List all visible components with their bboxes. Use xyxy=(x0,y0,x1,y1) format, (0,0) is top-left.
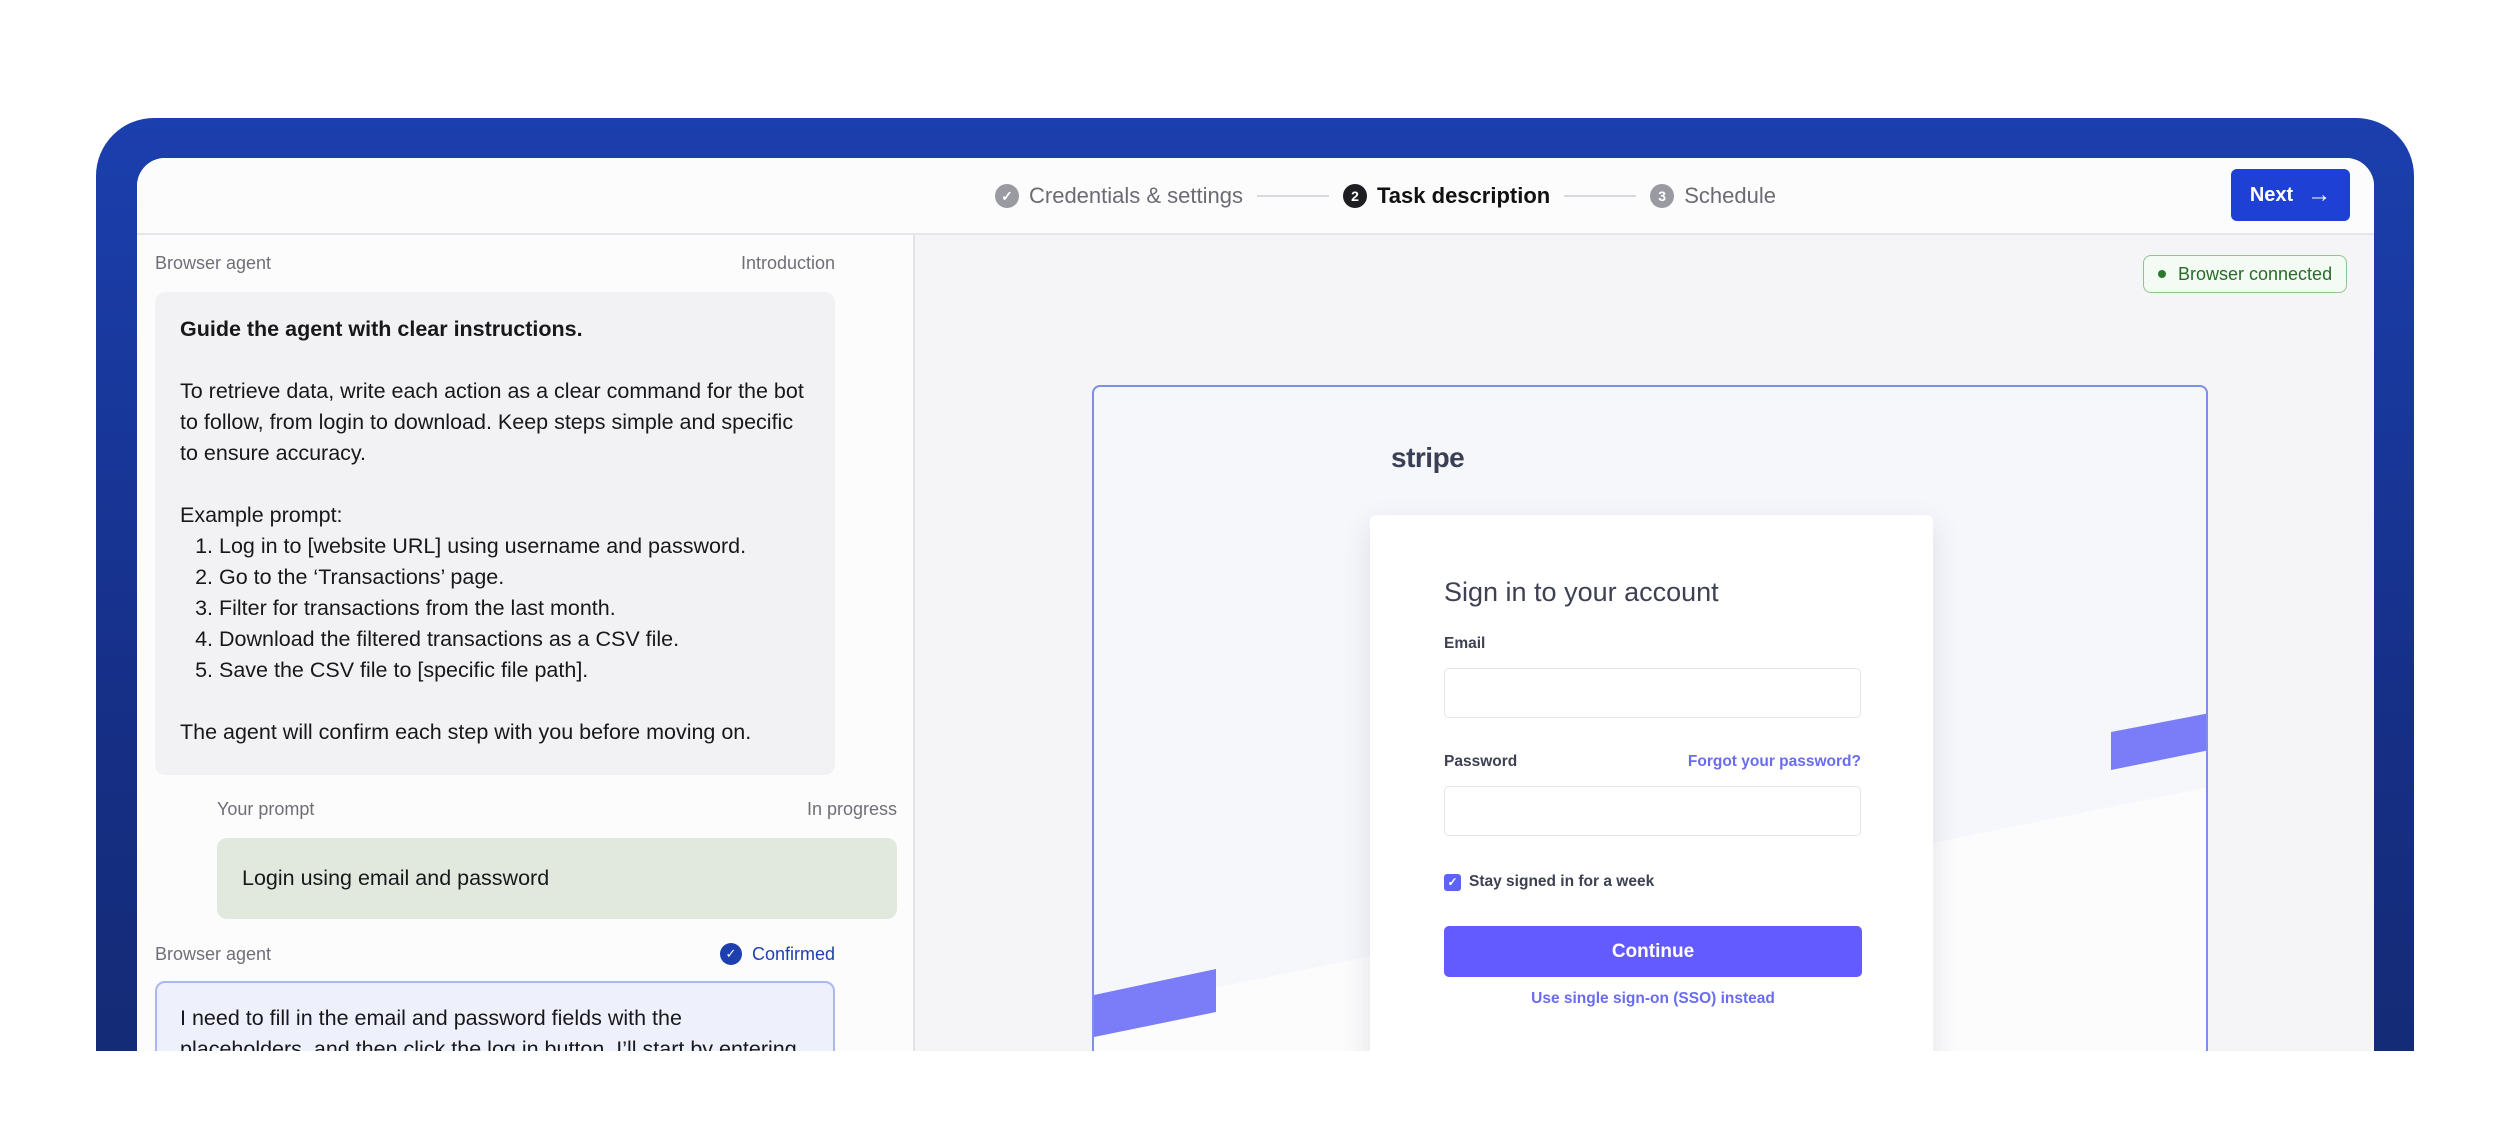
message-meta: Browser agent Introduction xyxy=(155,253,835,274)
confirmed-status: ✓ Confirmed xyxy=(719,943,835,965)
list-item: Log in to [website URL] using username a… xyxy=(219,531,810,562)
example-steps-list: Log in to [website URL] using username a… xyxy=(180,531,810,686)
message-meta: Your prompt In progress xyxy=(217,799,897,820)
stripe-logo: stripe xyxy=(1391,442,1465,473)
message-body: To retrieve data, write each action as a… xyxy=(180,379,804,465)
step-number: 2 xyxy=(1343,184,1367,208)
step-number: 3 xyxy=(1650,184,1675,208)
badge-label: Browser connected xyxy=(2178,263,2333,284)
check-circle-icon: ✓ xyxy=(719,943,742,965)
step-connector xyxy=(1257,195,1329,197)
email-field[interactable] xyxy=(1444,668,1861,718)
chat-panel: Browser agent Introduction Guide the age… xyxy=(137,235,915,1051)
step-connector xyxy=(1564,195,1637,197)
next-button-label: Next xyxy=(2249,183,2294,206)
reply-text: I need to fill in the email and password… xyxy=(180,1006,797,1051)
step-progress: ✓ Credentials & settings 2 Task descript… xyxy=(995,178,1776,214)
signin-card: Sign in to your account Email Password F… xyxy=(1370,515,1933,1051)
signin-title: Sign in to your account xyxy=(1444,577,1719,607)
arrow-right-icon: → xyxy=(2307,181,2332,208)
check-icon: ✓ xyxy=(995,184,1019,208)
agent-intro-message: Guide the agent with clear instructions.… xyxy=(155,292,835,775)
checkbox-check-icon: ✓ xyxy=(1444,873,1461,891)
list-item: Filter for transactions from the last mo… xyxy=(219,593,810,624)
next-button[interactable]: Next → xyxy=(2231,169,2350,221)
example-label: Example prompt: xyxy=(180,503,343,527)
stay-signed-in-checkbox[interactable]: ✓ Stay signed in for a week xyxy=(1444,873,1654,891)
password-label: Password xyxy=(1444,753,1518,770)
prompt-text: Login using email and password xyxy=(242,866,550,890)
sender-label: Browser agent xyxy=(155,253,272,273)
forgot-password-link[interactable]: Forgot your password? xyxy=(1688,753,1861,771)
agent-reply-message: I need to fill in the email and password… xyxy=(155,981,835,1051)
list-item: Save the CSV file to [specific file path… xyxy=(219,655,810,686)
wizard-header: ✓ Credentials & settings 2 Task descript… xyxy=(137,158,2374,235)
list-item: Download the filtered transactions as a … xyxy=(219,624,810,655)
status-dot-icon xyxy=(2158,270,2166,278)
step-label: Schedule xyxy=(1684,183,1776,208)
message-meta: Browser agent ✓ Confirmed xyxy=(155,943,835,965)
status-label: Confirmed xyxy=(751,943,835,964)
message-heading: Guide the agent with clear instructions. xyxy=(180,317,583,341)
checkbox-label: Stay signed in for a week xyxy=(1469,873,1655,890)
continue-button[interactable]: Continue xyxy=(1444,926,1862,977)
step-credentials-settings[interactable]: ✓ Credentials & settings xyxy=(995,183,1243,209)
step-schedule[interactable]: 3 Schedule xyxy=(1650,183,1776,209)
step-label: Credentials & settings xyxy=(1029,183,1243,208)
browser-preview-panel: Browser connected stripe Sign in to your… xyxy=(915,235,2374,1051)
message-closing: The agent will confirm each step with yo… xyxy=(180,720,752,744)
message-status: In progress xyxy=(806,799,897,819)
step-task-description[interactable]: 2 Task description xyxy=(1343,183,1550,209)
app-window: ✓ Credentials & settings 2 Task descript… xyxy=(137,158,2374,1051)
list-item: Go to the ‘Transactions’ page. xyxy=(219,562,810,593)
email-label: Email xyxy=(1444,635,1486,652)
sso-link[interactable]: Use single sign-on (SSO) instead xyxy=(1444,990,1862,1008)
step-label: Task description xyxy=(1377,183,1551,208)
sender-label: Browser agent xyxy=(155,943,272,964)
password-field[interactable] xyxy=(1444,786,1861,836)
browser-status-badge: Browser connected xyxy=(2143,255,2348,293)
user-prompt-message[interactable]: Login using email and password xyxy=(217,838,897,919)
message-status: Introduction xyxy=(740,253,835,273)
page-bottom xyxy=(0,1051,2512,1124)
browser-viewport[interactable]: stripe Sign in to your account Email Pas… xyxy=(1092,385,2208,1051)
sender-label: Your prompt xyxy=(217,799,315,819)
